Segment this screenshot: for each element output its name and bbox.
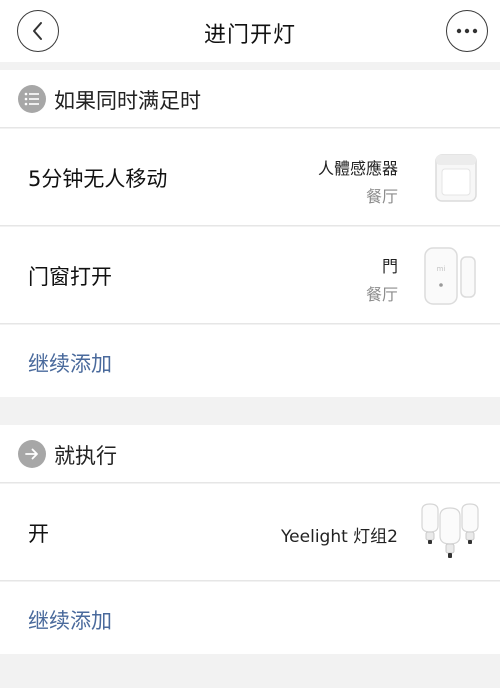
device-info: Yeelight 灯组2 (281, 522, 398, 547)
svg-text:mi: mi (437, 265, 446, 273)
condition-label: 5分钟无人移动 (28, 167, 168, 191)
arrow-right-icon (18, 440, 46, 468)
condition-section-header: 如果同时满足时 (0, 70, 500, 128)
door-window-sensor-image: mi (424, 247, 476, 305)
page-title: 进门开灯 (203, 23, 296, 48)
action-section-header: 就执行 (0, 425, 500, 483)
ellipsis-icon (456, 28, 478, 34)
device-name: 人體感應器 (317, 159, 398, 178)
more-button[interactable] (446, 10, 488, 52)
action-add-row: 继续添加 (0, 582, 500, 654)
action-label: 开 (28, 522, 49, 546)
room-name: 餐厅 (365, 285, 398, 304)
list-icon (18, 85, 46, 113)
condition-label: 门窗打开 (28, 265, 112, 289)
bulb-group-image (421, 503, 479, 558)
action-section-title: 就执行 (54, 444, 117, 468)
device-info: 門 餐厅 (366, 253, 398, 305)
condition-add-row: 继续添加 (0, 325, 500, 397)
room-name: 餐厅 (365, 187, 398, 206)
condition-section-title: 如果同时满足时 (54, 89, 201, 113)
motion-sensor-image (435, 154, 477, 202)
action-row-bulbs[interactable]: 开 Yeelight 灯组2 (0, 484, 500, 581)
device-name: 門 (381, 257, 398, 276)
action-add-link[interactable]: 继续添加 (28, 605, 112, 635)
condition-row-door[interactable]: 门窗打开 門 餐厅 mi (0, 227, 500, 324)
condition-row-motion[interactable]: 5分钟无人移动 人體感應器 餐厅 (0, 129, 500, 226)
device-info: 人體感應器 餐厅 (318, 155, 398, 207)
nav-bar: 进门开灯 (0, 0, 500, 62)
condition-add-link[interactable]: 继续添加 (28, 348, 112, 378)
device-name: Yeelight 灯组2 (281, 527, 398, 547)
